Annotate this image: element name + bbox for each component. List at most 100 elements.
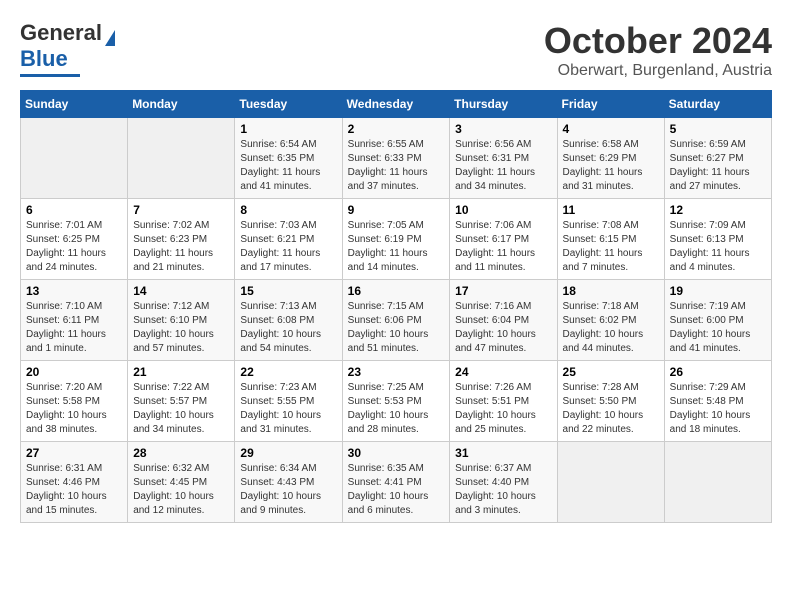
day-number: 15 — [240, 284, 336, 298]
day-number: 31 — [455, 446, 551, 460]
day-info: Sunrise: 7:16 AMSunset: 6:04 PMDaylight:… — [455, 300, 551, 356]
day-info: Sunrise: 7:05 AMSunset: 6:19 PMDaylight:… — [348, 219, 445, 275]
day-info: Sunrise: 6:35 AMSunset: 4:41 PMDaylight:… — [348, 462, 445, 518]
day-number: 1 — [240, 122, 336, 136]
day-number: 12 — [670, 203, 766, 217]
logo-general: General — [20, 20, 102, 46]
day-number: 29 — [240, 446, 336, 460]
calendar-cell: 29 Sunrise: 6:34 AMSunset: 4:43 PMDayligh… — [235, 442, 342, 523]
day-info: Sunrise: 7:25 AMSunset: 5:53 PMDaylight:… — [348, 381, 445, 437]
day-number: 26 — [670, 365, 766, 379]
day-of-week-header: Tuesday — [235, 91, 342, 118]
calendar-week-row: 6 Sunrise: 7:01 AMSunset: 6:25 PMDaylight… — [21, 199, 772, 280]
day-number: 28 — [133, 446, 229, 460]
calendar-cell: 22 Sunrise: 7:23 AMSunset: 5:55 PMDayligh… — [235, 361, 342, 442]
day-number: 23 — [348, 365, 445, 379]
day-number: 6 — [26, 203, 122, 217]
calendar-cell: 5 Sunrise: 6:59 AMSunset: 6:27 PMDaylight… — [664, 118, 771, 199]
day-number: 11 — [563, 203, 659, 217]
day-info: Sunrise: 7:22 AMSunset: 5:57 PMDaylight:… — [133, 381, 229, 437]
day-info: Sunrise: 7:06 AMSunset: 6:17 PMDaylight:… — [455, 219, 551, 275]
day-info: Sunrise: 7:08 AMSunset: 6:15 PMDaylight:… — [563, 219, 659, 275]
day-info: Sunrise: 7:28 AMSunset: 5:50 PMDaylight:… — [563, 381, 659, 437]
calendar-cell: 15Sunrise: 7:13 AMSunset: 6:08 PMDayligh… — [235, 280, 342, 361]
day-info: Sunrise: 7:20 AMSunset: 5:58 PMDaylight:… — [26, 381, 122, 437]
day-number: 27 — [26, 446, 122, 460]
calendar-cell: 2 Sunrise: 6:55 AMSunset: 6:33 PMDaylight… — [342, 118, 450, 199]
day-info: Sunrise: 6:37 AMSunset: 4:40 PMDaylight:… — [455, 462, 551, 518]
calendar-cell: 6 Sunrise: 7:01 AMSunset: 6:25 PMDaylight… — [21, 199, 128, 280]
calendar-cell: 31 Sunrise: 6:37 AMSunset: 4:40 PMDayligh… — [450, 442, 557, 523]
day-number: 9 — [348, 203, 445, 217]
day-number: 22 — [240, 365, 336, 379]
day-info: Sunrise: 6:54 AMSunset: 6:35 PMDaylight:… — [240, 138, 336, 194]
calendar-week-row: 20 Sunrise: 7:20 AMSunset: 5:58 PMDayligh… — [21, 361, 772, 442]
calendar-cell: 3 Sunrise: 6:56 AMSunset: 6:31 PMDaylight… — [450, 118, 557, 199]
day-of-week-header: Thursday — [450, 91, 557, 118]
calendar-table: SundayMondayTuesdayWednesdayThursdayFrid… — [20, 90, 772, 523]
day-info: Sunrise: 7:09 AMSunset: 6:13 PMDaylight:… — [670, 219, 766, 275]
day-number: 5 — [670, 122, 766, 136]
day-info: Sunrise: 7:26 AMSunset: 5:51 PMDaylight:… — [455, 381, 551, 437]
calendar-cell — [128, 118, 235, 199]
calendar-header-row: SundayMondayTuesdayWednesdayThursdayFrid… — [21, 91, 772, 118]
day-number: 4 — [563, 122, 659, 136]
day-info: Sunrise: 7:23 AMSunset: 5:55 PMDaylight:… — [240, 381, 336, 437]
page-header: General Blue October 2024 Oberwart, Burg… — [20, 20, 772, 80]
calendar-cell: 21Sunrise: 7:22 AMSunset: 5:57 PMDayligh… — [128, 361, 235, 442]
day-info: Sunrise: 7:12 AMSunset: 6:10 PMDaylight:… — [133, 300, 229, 356]
day-number: 7 — [133, 203, 229, 217]
logo: General Blue — [20, 20, 115, 77]
day-info: Sunrise: 7:02 AMSunset: 6:23 PMDaylight:… — [133, 219, 229, 275]
calendar-cell: 9 Sunrise: 7:05 AMSunset: 6:19 PMDaylight… — [342, 199, 450, 280]
day-info: Sunrise: 6:31 AMSunset: 4:46 PMDaylight:… — [26, 462, 122, 518]
calendar-cell: 20 Sunrise: 7:20 AMSunset: 5:58 PMDayligh… — [21, 361, 128, 442]
day-number: 30 — [348, 446, 445, 460]
day-of-week-header: Wednesday — [342, 91, 450, 118]
day-of-week-header: Sunday — [21, 91, 128, 118]
calendar-cell: 23 Sunrise: 7:25 AMSunset: 5:53 PMDayligh… — [342, 361, 450, 442]
calendar-cell: 24 Sunrise: 7:26 AMSunset: 5:51 PMDayligh… — [450, 361, 557, 442]
calendar-cell: 28 Sunrise: 6:32 AMSunset: 4:45 PMDayligh… — [128, 442, 235, 523]
day-info: Sunrise: 7:19 AMSunset: 6:00 PMDaylight:… — [670, 300, 766, 356]
calendar-cell: 7 Sunrise: 7:02 AMSunset: 6:23 PMDaylight… — [128, 199, 235, 280]
calendar-cell: 19 Sunrise: 7:19 AMSunset: 6:00 PMDayligh… — [664, 280, 771, 361]
day-number: 13 — [26, 284, 122, 298]
calendar-cell: 13 Sunrise: 7:10 AMSunset: 6:11 PMDayligh… — [21, 280, 128, 361]
calendar-cell: 11 Sunrise: 7:08 AMSunset: 6:15 PMDayligh… — [557, 199, 664, 280]
logo-blue: Blue — [20, 46, 68, 72]
day-number: 10 — [455, 203, 551, 217]
calendar-cell — [557, 442, 664, 523]
day-number: 16 — [348, 284, 445, 298]
day-info: Sunrise: 7:01 AMSunset: 6:25 PMDaylight:… — [26, 219, 122, 275]
calendar-cell: 4 Sunrise: 6:58 AMSunset: 6:29 PMDaylight… — [557, 118, 664, 199]
calendar-week-row: 1 Sunrise: 6:54 AMSunset: 6:35 PMDaylight… — [21, 118, 772, 199]
day-of-week-header: Saturday — [664, 91, 771, 118]
day-info: Sunrise: 6:59 AMSunset: 6:27 PMDaylight:… — [670, 138, 766, 194]
calendar-week-row: 13 Sunrise: 7:10 AMSunset: 6:11 PMDayligh… — [21, 280, 772, 361]
calendar-cell — [21, 118, 128, 199]
day-of-week-header: Friday — [557, 91, 664, 118]
day-number: 3 — [455, 122, 551, 136]
calendar-cell: 27 Sunrise: 6:31 AMSunset: 4:46 PMDayligh… — [21, 442, 128, 523]
day-number: 25 — [563, 365, 659, 379]
day-info: Sunrise: 7:15 AMSunset: 6:06 PMDaylight:… — [348, 300, 445, 356]
day-info: Sunrise: 6:32 AMSunset: 4:45 PMDaylight:… — [133, 462, 229, 518]
day-number: 24 — [455, 365, 551, 379]
calendar-cell: 8Sunrise: 7:03 AMSunset: 6:21 PMDaylight… — [235, 199, 342, 280]
day-info: Sunrise: 7:10 AMSunset: 6:11 PMDaylight:… — [26, 300, 122, 356]
day-info: Sunrise: 6:56 AMSunset: 6:31 PMDaylight:… — [455, 138, 551, 194]
day-info: Sunrise: 6:34 AMSunset: 4:43 PMDaylight:… — [240, 462, 336, 518]
calendar-cell: 1 Sunrise: 6:54 AMSunset: 6:35 PMDaylight… — [235, 118, 342, 199]
title-block: October 2024 Oberwart, Burgenland, Austr… — [544, 20, 772, 80]
day-number: 2 — [348, 122, 445, 136]
day-of-week-header: Monday — [128, 91, 235, 118]
day-number: 20 — [26, 365, 122, 379]
calendar-cell: 26Sunrise: 7:29 AMSunset: 5:48 PMDayligh… — [664, 361, 771, 442]
day-info: Sunrise: 6:58 AMSunset: 6:29 PMDaylight:… — [563, 138, 659, 194]
day-info: Sunrise: 7:18 AMSunset: 6:02 PMDaylight:… — [563, 300, 659, 356]
day-number: 19 — [670, 284, 766, 298]
day-number: 18 — [563, 284, 659, 298]
day-info: Sunrise: 6:55 AMSunset: 6:33 PMDaylight:… — [348, 138, 445, 194]
calendar-cell: 25 Sunrise: 7:28 AMSunset: 5:50 PMDayligh… — [557, 361, 664, 442]
